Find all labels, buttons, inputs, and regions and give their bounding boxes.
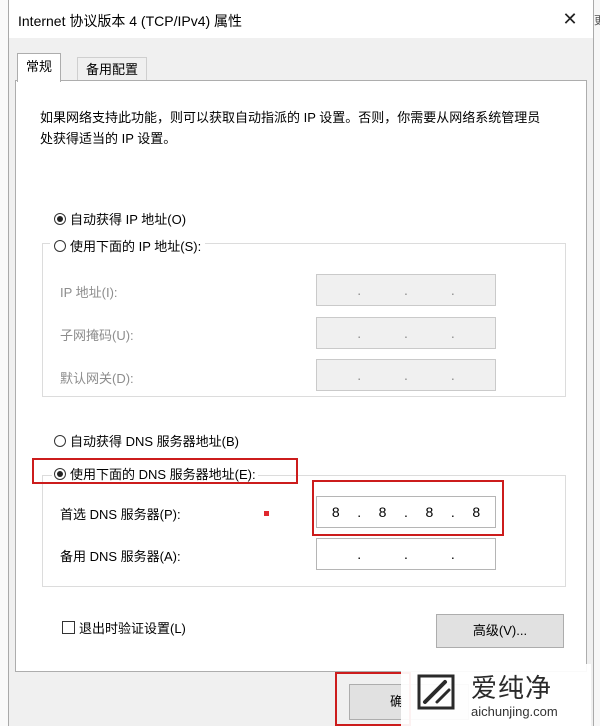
radio-auto-dns-label: 自动获得 DNS 服务器地址(B) bbox=[70, 434, 240, 449]
watermark-logo-icon bbox=[417, 674, 455, 710]
subnet-mask-input[interactable]: . . . bbox=[316, 317, 496, 349]
ip-address-label: IP 地址(I): bbox=[60, 285, 118, 300]
validate-settings-checkbox[interactable]: 退出时验证设置(L) bbox=[62, 618, 186, 637]
radio-auto-dns-indicator bbox=[54, 434, 66, 447]
watermark-url: aichunjing.com bbox=[471, 704, 558, 719]
default-gateway-input[interactable]: . . . bbox=[316, 359, 496, 391]
checkbox-box bbox=[62, 621, 75, 634]
octet-separator: . bbox=[357, 325, 362, 341]
validate-settings-label: 退出时验证设置(L) bbox=[79, 621, 186, 636]
preferred-dns-label: 首选 DNS 服务器(P): bbox=[60, 507, 181, 522]
subnet-mask-label: 子网掩码(U): bbox=[60, 328, 134, 343]
octet-separator: . bbox=[357, 367, 362, 383]
title-bar[interactable]: Internet 协议版本 4 (TCP/IPv4) 属性 ✕ bbox=[9, 0, 593, 38]
alternate-dns-input[interactable]: . . . bbox=[316, 538, 496, 570]
octet-separator: . bbox=[450, 367, 455, 383]
octet-separator: . bbox=[357, 546, 362, 562]
highlight-ok-button bbox=[335, 672, 411, 726]
octet-separator: . bbox=[404, 325, 408, 341]
tab-alternate-config[interactable]: 备用配置 bbox=[77, 57, 148, 82]
general-tab-panel: 如果网络支持此功能，则可以获取自动指派的 IP 设置。否则，你需要从网络系统管理… bbox=[15, 80, 587, 672]
intro-text: 如果网络支持此功能，则可以获取自动指派的 IP 设置。否则，你需要从网络系统管理… bbox=[40, 110, 541, 146]
octet-separator: . bbox=[450, 325, 455, 341]
ipv4-properties-dialog: Internet 协议版本 4 (TCP/IPv4) 属性 ✕ 常规 备用配置 … bbox=[8, 0, 594, 726]
default-gateway-label: 默认网关(D): bbox=[60, 371, 134, 386]
radio-manual-ip[interactable]: 使用下面的 IP 地址(S): bbox=[50, 236, 206, 255]
highlight-manual-dns bbox=[32, 458, 298, 484]
ip-address-input[interactable]: . . . bbox=[316, 274, 496, 306]
radio-manual-ip-indicator bbox=[54, 239, 66, 252]
site-watermark: 爱纯净 aichunjing.com bbox=[401, 664, 591, 726]
octet-separator: . bbox=[404, 367, 408, 383]
alternate-dns-label: 备用 DNS 服务器(A): bbox=[60, 549, 181, 564]
radio-manual-ip-label: 使用下面的 IP 地址(S): bbox=[70, 239, 202, 254]
tab-general[interactable]: 常规 bbox=[17, 53, 62, 82]
radio-auto-ip[interactable]: 自动获得 IP 地址(O) bbox=[54, 209, 186, 228]
octet-separator: . bbox=[404, 546, 408, 562]
close-icon: ✕ bbox=[562, 8, 578, 29]
close-button[interactable]: ✕ bbox=[547, 0, 593, 38]
advanced-button[interactable]: 高级(V)... bbox=[436, 614, 564, 648]
window-title: Internet 协议版本 4 (TCP/IPv4) 属性 bbox=[18, 13, 243, 29]
watermark-brand: 爱纯净 bbox=[471, 673, 553, 703]
highlight-preferred-dns bbox=[312, 480, 504, 536]
highlight-dot bbox=[264, 511, 269, 516]
octet-separator: . bbox=[404, 282, 408, 298]
radio-auto-ip-label: 自动获得 IP 地址(O) bbox=[70, 212, 187, 227]
octet-separator: . bbox=[357, 282, 362, 298]
radio-auto-dns[interactable]: 自动获得 DNS 服务器地址(B) bbox=[54, 431, 239, 450]
octet-separator: . bbox=[450, 282, 455, 298]
octet-separator: . bbox=[450, 546, 455, 562]
radio-auto-ip-indicator bbox=[54, 212, 66, 225]
background-right-char: 更 bbox=[594, 15, 600, 27]
